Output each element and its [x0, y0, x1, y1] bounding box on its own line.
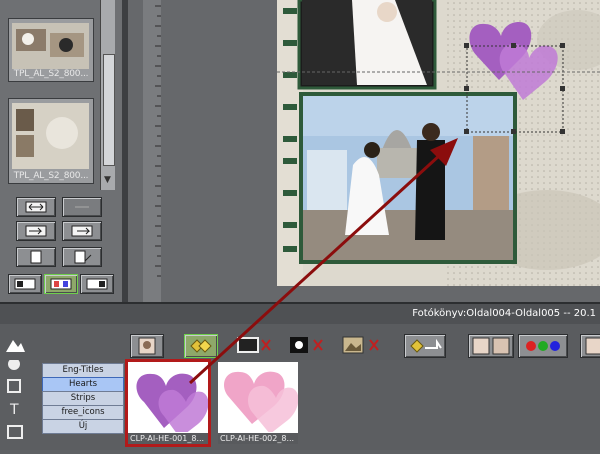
layout-right-icon	[86, 278, 108, 290]
new-page-button[interactable]	[16, 247, 56, 267]
swap-arrows-icon	[25, 201, 47, 213]
template-scrollbar[interactable]: ▼	[100, 0, 115, 190]
swap-disabled-button[interactable]	[62, 197, 102, 217]
template-panel: TPL_AL_S2_800... TPL_AL_S2_800... ▼	[0, 0, 122, 302]
ruler-ticks	[155, 5, 161, 277]
layout-single-button[interactable]	[8, 274, 42, 294]
template-thumbnail-2[interactable]: TPL_AL_S2_800...	[8, 98, 94, 184]
clip-item-hearts-1[interactable]: CLP-AI-HE-001_8...	[125, 359, 211, 447]
page-eraser-icon	[74, 250, 92, 264]
scroll-down-arrow-icon[interactable]: ▼	[104, 175, 111, 185]
landscape-photo-button[interactable]	[340, 334, 384, 356]
text-icon: T	[9, 402, 19, 418]
frame-icon	[237, 337, 271, 353]
layout-double-button[interactable]	[44, 274, 78, 294]
mountain-icon[interactable]	[4, 334, 26, 354]
more-tools-button[interactable]	[580, 334, 600, 358]
face-photo-icon	[585, 337, 600, 355]
template-preview-image	[12, 23, 89, 69]
clipart-gold-button[interactable]	[184, 334, 218, 358]
layout-right-button[interactable]	[80, 274, 114, 294]
landscape-photo-icon	[342, 336, 379, 354]
face-swap-icon	[472, 337, 510, 355]
category-hearts[interactable]: Hearts	[42, 377, 124, 392]
clip-label: CLP-AI-HE-001_8...	[128, 433, 208, 444]
layout-double-icon	[50, 278, 72, 290]
face-swap-button[interactable]	[468, 334, 514, 358]
page-canvas	[277, 0, 600, 286]
clip-item-hearts-2[interactable]: CLP-AI-HE-002_8...	[218, 362, 299, 444]
swap-images-button[interactable]	[16, 197, 56, 217]
gold-arrow-button[interactable]	[404, 334, 446, 358]
category-strips[interactable]: Strips	[42, 391, 124, 406]
tool-strip: T	[0, 358, 32, 450]
palette-icon	[8, 358, 20, 370]
template-label: TPL_AL_S2_800...	[13, 171, 89, 181]
camera-icon	[7, 425, 23, 439]
swap-disabled-icon	[75, 206, 89, 208]
scrollbar-thumb[interactable]	[103, 54, 115, 166]
template-label: TPL_AL_S2_800...	[13, 69, 89, 79]
layout-left-icon	[14, 278, 36, 290]
photo-page[interactable]	[277, 0, 600, 286]
burst-effect-button[interactable]	[286, 334, 326, 356]
category-eng-titles[interactable]: Eng-Titles	[42, 363, 124, 378]
vertical-ruler	[143, 0, 161, 302]
category-free-icons[interactable]: free_icons	[42, 405, 124, 420]
color-balls-button[interactable]	[518, 334, 568, 358]
arrow-into-frame-icon	[25, 225, 47, 237]
purple-hearts-icon	[136, 373, 209, 438]
photo-face-button[interactable]	[130, 334, 164, 358]
crop-icon	[7, 379, 21, 393]
move-right-button[interactable]	[62, 221, 102, 241]
gold-diamonds-icon	[190, 339, 212, 353]
template-thumbnail-1[interactable]: TPL_AL_S2_800...	[8, 18, 94, 82]
clip-browser: T Eng-Titles Hearts Strips free_icons Új	[0, 358, 600, 450]
clip-label: CLP-AI-HE-002_8...	[218, 433, 298, 444]
status-bar: Fotókönyv:Oldal004-Oldal005 -- 20.1	[0, 302, 600, 326]
starburst-icon	[290, 337, 323, 353]
gold-arrow-icon	[410, 338, 442, 353]
template-preview-image	[12, 103, 89, 169]
page-icon	[30, 250, 42, 264]
rgb-balls-icon	[526, 341, 560, 351]
category-new[interactable]: Új	[42, 419, 124, 434]
arrow-out-frame-icon	[71, 225, 93, 237]
tool-strip-icons: T	[7, 358, 23, 439]
move-left-button[interactable]	[16, 221, 56, 241]
face-photo-icon	[138, 337, 156, 355]
frame-button[interactable]	[234, 334, 274, 356]
delete-page-button[interactable]	[62, 247, 102, 267]
pink-hearts-icon	[224, 371, 299, 434]
status-text: Fotókönyv:Oldal004-Oldal005 -- 20.1	[412, 308, 596, 319]
